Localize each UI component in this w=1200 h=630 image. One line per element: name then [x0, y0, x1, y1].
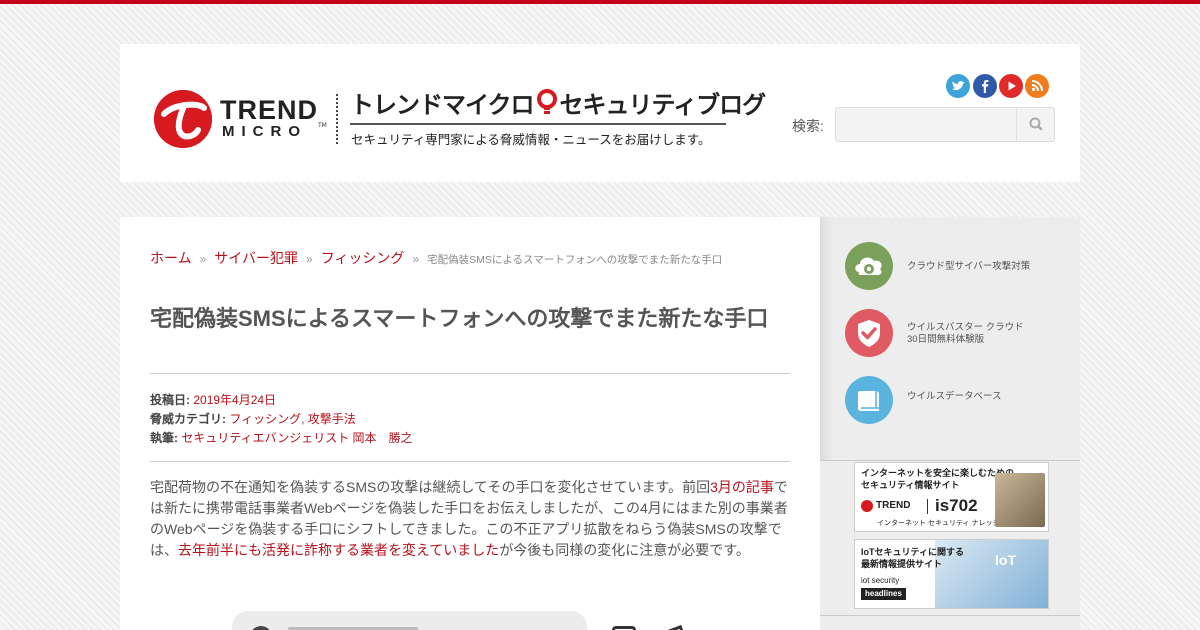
youtube-icon[interactable]	[999, 74, 1023, 98]
meta-category-link-phishing[interactable]: フィッシング	[229, 412, 301, 426]
logo-trademark: TM	[318, 122, 327, 129]
breadcrumb-current: 宅配偽装SMSによるスマートフォンへの攻撃でまた新たな手口	[427, 254, 723, 266]
breadcrumb-separator: »	[199, 252, 207, 266]
search-label: 検索:	[792, 118, 824, 134]
breadcrumb: ホーム » サイバー犯罪 » フィッシング » 宅配偽装SMSによるスマートフォンへの攻撃で…	[150, 248, 722, 268]
banner-photo	[995, 473, 1045, 527]
sidebar-item-cloud-security[interactable]: クラウド型サイバー攻撃対策	[845, 242, 1075, 292]
rss-icon[interactable]	[1025, 74, 1049, 98]
banner-is702[interactable]: インターネットを安全に楽しむための セキュリティ情報サイト TREND is70…	[854, 462, 1049, 532]
banner-product: IoT	[995, 552, 1016, 568]
banner-product: is702	[935, 496, 978, 515]
search-icon	[1029, 117, 1043, 131]
body-text-segment: が今後も同様の変化に注意が必要です。	[499, 542, 750, 558]
post-body-paragraph: 宅配荷物の不在通知を偽装するSMSの攻撃は継続してその手口を変化させています。前…	[150, 477, 792, 561]
meta-author-link[interactable]: セキュリティエバンジェリスト 岡本 勝之	[181, 431, 412, 445]
meta-author-row: 執筆: セキュリティエバンジェリスト 岡本 勝之	[150, 429, 413, 448]
blog-title-part1: トレンドマイクロ	[350, 92, 535, 119]
logo-text-trend: TREND	[220, 95, 318, 125]
link-last-year-article[interactable]: 去年前半にも活発に詐称する業者を変えていました	[178, 542, 499, 558]
screenshot-window-icon	[612, 626, 636, 630]
top-accent-bar	[0, 0, 1200, 4]
sidebar-divider	[820, 615, 1080, 616]
sidebar-item-virus-buster[interactable]: ウイルスバスター クラウド 30日間無料体験版	[845, 309, 1075, 359]
search-box	[835, 107, 1055, 142]
sidebar-item-virus-database[interactable]: ウイルスデータベース	[845, 376, 1075, 426]
sidebar-item-sublabel: 30日間無料体験版	[907, 334, 985, 345]
search-button[interactable]	[1016, 108, 1054, 141]
lightbulb-icon	[536, 89, 558, 117]
sidebar-shadow	[820, 217, 834, 460]
body-text-segment: 宅配荷物の不在通知を偽装するSMSの攻撃は継続してその手口を変化させています。前…	[150, 479, 711, 495]
book-icon	[845, 376, 893, 424]
meta-date-row: 投稿日: 2019年4月24日	[150, 391, 413, 410]
sidebar-item-label: クラウド型サイバー攻撃対策	[907, 261, 1031, 272]
banner-brand: TREND	[876, 500, 911, 511]
sidebar-divider	[820, 460, 1080, 461]
cloud-security-icon	[845, 242, 893, 290]
link-march-article[interactable]: 3月の記事	[710, 479, 774, 495]
breadcrumb-category[interactable]: サイバー犯罪	[214, 250, 298, 266]
site-header: TREND MICRO TM トレンドマイクロ セキュリティブログ セキュリティ専…	[120, 44, 1080, 182]
search-input[interactable]	[836, 108, 1016, 141]
breadcrumb-separator: »	[412, 252, 420, 266]
banner-iot-security[interactable]: IoTセキュリティに関する 最新情報提供サイト iot security hea…	[854, 539, 1049, 609]
trend-micro-logo[interactable]: TREND MICRO	[154, 88, 326, 148]
trend-micro-logo-icon	[861, 500, 873, 512]
meta-category-row: 脅威カテゴリ: フィッシング, 攻撃手法	[150, 410, 413, 429]
twitter-icon[interactable]	[946, 74, 970, 98]
blog-tagline: セキュリティ専門家による脅威情報・ニュースをお届けします。	[351, 133, 711, 147]
screenshot-arrow-icon	[668, 625, 686, 630]
banner-brand: iot security	[861, 576, 900, 585]
banner-line: 最新情報提供サイト	[861, 559, 943, 569]
meta-author-label: 執筆:	[150, 431, 178, 445]
sidebar: クラウド型サイバー攻撃対策 ウイルスバスター クラウド 30日間無料体験版 ウイ…	[820, 217, 1080, 630]
blog-title[interactable]: トレンドマイクロ セキュリティブログ	[350, 89, 767, 121]
blog-title-part2: セキュリティブログ	[559, 92, 767, 119]
breadcrumb-home[interactable]: ホーム	[150, 250, 192, 266]
banner-line: セキュリティ情報サイト	[861, 480, 960, 490]
banner-sub: headlines	[861, 588, 906, 600]
banner-divider	[927, 499, 928, 514]
meta-divider	[150, 461, 790, 462]
meta-category-separator: ,	[301, 412, 305, 426]
breadcrumb-subcategory[interactable]: フィッシング	[321, 250, 405, 266]
breadcrumb-separator: »	[306, 252, 313, 266]
meta-date-link[interactable]: 2019年4月24日	[193, 393, 276, 407]
trend-micro-logo-icon	[154, 90, 212, 148]
sidebar-item-label: ウイルスデータベース	[907, 391, 1002, 402]
title-divider	[150, 373, 790, 374]
sidebar-item-label: ウイルスバスター クラウド	[907, 322, 1024, 333]
logo-text-micro: MICRO	[222, 123, 307, 140]
blog-title-underline	[350, 123, 726, 125]
meta-category-link-attack[interactable]: 攻撃手法	[308, 412, 356, 426]
post-title: 宅配偽装SMSによるスマートフォンへの攻撃でまた新たな手口	[150, 306, 769, 331]
banner-line: インターネットを安全に楽しむための	[861, 468, 1015, 478]
meta-date-label: 投稿日:	[150, 393, 190, 407]
banner-line: IoTセキュリティに関する	[861, 547, 964, 557]
header-divider	[336, 94, 338, 144]
main-content: ホーム » サイバー犯罪 » フィッシング » 宅配偽装SMSによるスマートフォンへの攻撃で…	[120, 217, 820, 630]
facebook-icon[interactable]	[973, 74, 997, 98]
banner-sub: インターネット セキュリティ ナレッジ	[877, 520, 1000, 527]
meta-category-label: 脅威カテゴリ:	[150, 412, 226, 426]
shield-check-icon	[845, 309, 893, 357]
post-meta: 投稿日: 2019年4月24日 脅威カテゴリ: フィッシング, 攻撃手法 執筆:…	[150, 391, 413, 448]
